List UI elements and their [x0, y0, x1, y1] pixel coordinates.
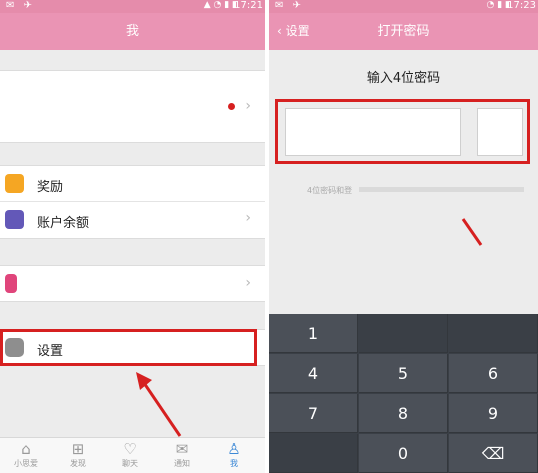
home-icon: ⌂: [21, 440, 31, 458]
numeric-keypad: 1 4 5 6 7 8 9 0 ⌫: [269, 314, 538, 473]
tab-discover[interactable]: ⊞ 发现: [52, 438, 104, 473]
profile-screen: ✉ ✈ ▲ ◔ ▮ ▮ 17:21 我 › 奖励 账户余额 › › 设置 ⌂ 小…: [0, 0, 265, 473]
backspace-icon[interactable]: ⌫: [449, 434, 538, 473]
hint-text: 4位密码和登: [307, 186, 353, 195]
balance-row[interactable]: 账户余额 ›: [0, 202, 265, 238]
key-7[interactable]: 7: [269, 394, 358, 433]
chevron-right-icon: ›: [245, 210, 251, 226]
tab-chat[interactable]: ♡ 聊天: [104, 438, 156, 473]
title-bar: ‹ 设置 打开密码: [269, 13, 538, 50]
person-icon: ♙: [227, 440, 241, 458]
pink-app-icon: [5, 274, 17, 293]
key-0[interactable]: 0: [359, 434, 448, 473]
heart-icon: ♡: [123, 440, 137, 458]
password-prompt: 输入4位密码: [366, 71, 441, 86]
status-bar: ✉ ✈ ◔ ▮ ▮ 17:23: [269, 0, 538, 13]
key-blank: [269, 434, 358, 473]
wallet-icon: [5, 210, 24, 229]
tab-home[interactable]: ⌂ 小思爱: [0, 438, 52, 473]
tab-me[interactable]: ♙ 我: [208, 438, 260, 473]
key-8[interactable]: 8: [359, 394, 448, 433]
status-time: 17:21: [234, 0, 263, 11]
key-5[interactable]: 5: [359, 354, 448, 393]
blurred-hint: [359, 187, 524, 192]
profile-row[interactable]: ›: [0, 70, 265, 143]
unread-dot: [228, 103, 235, 110]
bottom-tab-bar: ⌂ 小思爱 ⊞ 发现 ♡ 聊天 ✉ 通知 ♙ 我: [0, 437, 265, 473]
highlight-box: [0, 329, 257, 366]
notification-icons: ✉ ✈: [6, 0, 35, 11]
reward-icon: [5, 174, 24, 193]
signal-icons: ▲ ◔ ▮ ▮: [203, 0, 237, 10]
reward-row[interactable]: 奖励: [0, 166, 265, 202]
chevron-right-icon: ›: [245, 275, 251, 291]
tab-notifications[interactable]: ✉ 通知: [156, 438, 208, 473]
page-title: 我: [0, 13, 265, 50]
status-bar: ✉ ✈ ▲ ◔ ▮ ▮ 17:21: [0, 0, 265, 13]
key-1[interactable]: 1: [269, 314, 358, 353]
key-9[interactable]: 9: [449, 394, 538, 433]
notification-icons: ✉ ✈: [275, 0, 304, 11]
key-2[interactable]: [359, 314, 448, 353]
balance-label: 账户余额: [37, 216, 90, 231]
menu-group-1: 奖励 账户余额 ›: [0, 165, 265, 239]
chevron-right-icon: ›: [245, 98, 251, 114]
menu-row-pink[interactable]: ›: [0, 265, 265, 302]
arrow-pointer: [136, 372, 182, 437]
key-3[interactable]: [449, 314, 538, 353]
back-button[interactable]: ‹ 设置: [277, 13, 310, 50]
grid-icon: ⊞: [71, 440, 85, 458]
reward-label: 奖励: [37, 180, 64, 195]
page-title: 打开密码: [377, 24, 430, 39]
arrow-pointer: [461, 218, 483, 246]
chevron-left-icon: ‹: [277, 24, 286, 38]
highlight-box: [275, 99, 530, 164]
password-screen: ✉ ✈ ◔ ▮ ▮ 17:23 ‹ 设置 打开密码 输入4位密码 4位密码和登 …: [269, 0, 538, 473]
key-6[interactable]: 6: [449, 354, 538, 393]
key-4[interactable]: 4: [269, 354, 358, 393]
mail-icon: ✉: [175, 440, 189, 458]
status-time: 17:23: [507, 0, 536, 11]
